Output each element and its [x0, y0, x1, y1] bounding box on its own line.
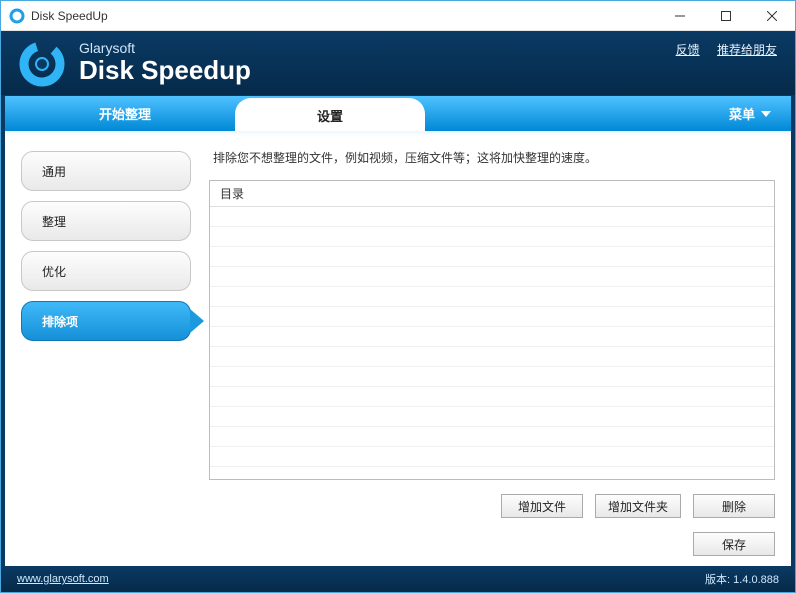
tab-settings[interactable]: 设置	[235, 98, 425, 132]
feedback-link[interactable]: 反馈	[676, 43, 700, 57]
exclusion-listbox[interactable]: 目录	[209, 180, 775, 480]
sidenav-item-general[interactable]: 通用	[21, 151, 191, 191]
content-frame: 开始整理 设置 菜单 通用 整理 优化	[1, 95, 795, 566]
panel-description: 排除您不想整理的文件，例如视频，压缩文件等；这将加快整理的速度。	[209, 149, 775, 166]
window-title: Disk SpeedUp	[31, 9, 657, 23]
sidenav-label: 排除项	[42, 313, 78, 330]
version-label: 版本: 1.4.0.888	[705, 571, 779, 587]
save-button[interactable]: 保存	[693, 532, 775, 556]
app-icon	[9, 8, 25, 24]
inner-content: 开始整理 设置 菜单 通用 整理 优化	[5, 95, 791, 566]
chevron-down-icon	[761, 111, 771, 117]
header-links: 反馈 推荐给朋友	[662, 41, 777, 58]
website-link[interactable]: www.glarysoft.com	[17, 573, 109, 585]
recommend-link[interactable]: 推荐给朋友	[717, 43, 777, 57]
logo-icon	[19, 41, 65, 87]
sidenav-item-optimize[interactable]: 优化	[21, 251, 191, 291]
tab-settings-label: 设置	[317, 106, 343, 125]
sidenav-label: 优化	[42, 263, 66, 280]
footer: www.glarysoft.com 版本: 1.4.0.888	[1, 566, 795, 592]
menu-label: 菜单	[729, 104, 755, 123]
window-controls	[657, 1, 795, 30]
exclusion-buttons: 增加文件 增加文件夹 删除	[209, 494, 775, 518]
product-name: Disk Speedup	[79, 55, 251, 86]
maximize-icon	[721, 11, 731, 21]
minimize-button[interactable]	[657, 1, 703, 30]
close-button[interactable]	[749, 1, 795, 30]
sidenav-item-exclusions[interactable]: 排除项	[21, 301, 191, 341]
save-row: 保存	[209, 532, 775, 556]
settings-body: 通用 整理 优化 排除项 排除您不想整理的文件，例如视频，压缩文件等；这将加快整…	[5, 131, 791, 566]
app-window: Disk SpeedUp 反馈 推荐给朋友 Glarysoft	[0, 0, 796, 593]
listbox-header: 目录	[210, 181, 774, 207]
menu-button[interactable]: 菜单	[425, 104, 781, 131]
add-file-button[interactable]: 增加文件	[501, 494, 583, 518]
tab-start-defrag[interactable]: 开始整理	[15, 104, 235, 131]
sidenav-label: 整理	[42, 213, 66, 230]
sidenav-item-defrag[interactable]: 整理	[21, 201, 191, 241]
tabbar: 开始整理 设置 菜单	[5, 95, 791, 131]
delete-button[interactable]: 删除	[693, 494, 775, 518]
app-header: 反馈 推荐给朋友 Glarysoft Disk Speedup	[1, 31, 795, 95]
brand-text: Glarysoft Disk Speedup	[79, 41, 251, 86]
titlebar: Disk SpeedUp	[1, 1, 795, 31]
main-panel: 排除您不想整理的文件，例如视频，压缩文件等；这将加快整理的速度。 目录 增加文件…	[209, 145, 775, 556]
company-name: Glarysoft	[79, 41, 251, 55]
add-folder-button[interactable]: 增加文件夹	[595, 494, 681, 518]
sidenav: 通用 整理 优化 排除项	[21, 145, 191, 556]
listbox-rows	[210, 207, 774, 479]
maximize-button[interactable]	[703, 1, 749, 30]
minimize-icon	[675, 11, 685, 21]
close-icon	[767, 11, 777, 21]
sidenav-label: 通用	[42, 163, 66, 180]
